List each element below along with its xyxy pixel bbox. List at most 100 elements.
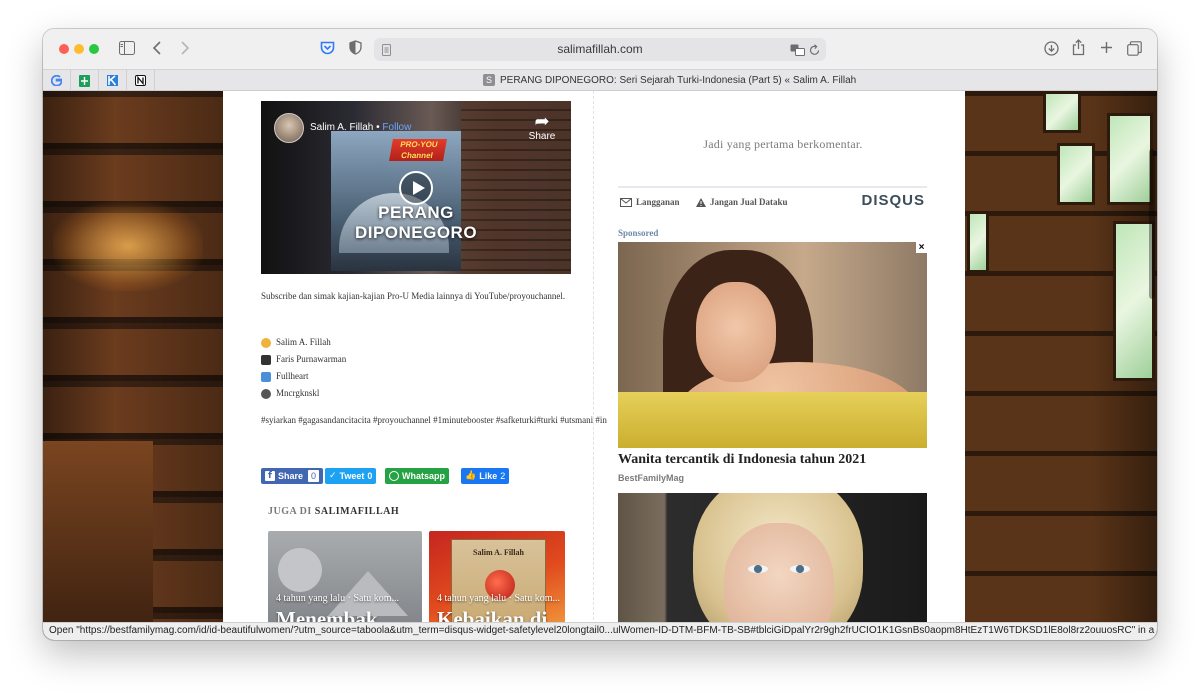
reload-icon[interactable] (809, 43, 820, 59)
tweet-label: Tweet (339, 471, 365, 481)
post-description: Subscribe dan simak kajian-kajian Pro-U … (261, 291, 566, 301)
library-background-left (43, 91, 223, 640)
speech-emoji-icon (261, 388, 271, 399)
pinned-tab-notion[interactable] (127, 70, 155, 91)
related-site: SALIMAFILLAH (314, 506, 400, 517)
status-bar: Open "https://bestfamilymag.com/id/id-be… (43, 622, 1157, 640)
clapper-emoji-icon (261, 354, 271, 365)
notion-icon (135, 75, 146, 86)
address-bar[interactable]: salimafillah.com (374, 38, 826, 61)
book-author: Salim A. Fillah (473, 548, 524, 557)
play-icon[interactable] (399, 171, 433, 205)
minimize-window-button[interactable] (74, 44, 84, 54)
download-icon[interactable] (1044, 41, 1059, 59)
follow-link[interactable]: Follow (382, 122, 411, 133)
wood-table (43, 441, 153, 640)
warning-icon (696, 197, 706, 207)
web-content: Salim A. Fillah • Follow ➦ Share PRO-YOU… (43, 91, 1157, 640)
credit-row: Mncrgknskl (261, 385, 561, 402)
pocket-icon[interactable] (320, 41, 335, 58)
pinned-tab-kotlin[interactable] (99, 70, 127, 91)
dress-shape (618, 392, 927, 448)
whatsapp-icon (389, 471, 399, 481)
related-post-meta: 4 tahun yang lalu · Satu kom... (276, 593, 400, 604)
pinned-tab-google[interactable] (43, 70, 71, 91)
disqus-logo[interactable]: DISQUS (861, 192, 925, 209)
share-icon[interactable] (1072, 39, 1085, 59)
facebook-like-button[interactable]: 👍 Like 2 (461, 468, 510, 484)
plus-icon[interactable] (1100, 41, 1113, 57)
active-tab[interactable]: S PERANG DIPONEGORO: Seri Sejarah Turki-… (483, 74, 856, 86)
subscribe-link[interactable]: Langganan (620, 197, 680, 207)
related-post-meta: 4 tahun yang lalu · Satu kom... (437, 593, 561, 604)
sheets-icon (79, 74, 90, 87)
chevron-right-icon[interactable] (180, 41, 190, 58)
lamp-glow (53, 201, 203, 291)
thumbs-up-icon: 👍 (465, 471, 477, 481)
badge-line-2: Channel (400, 151, 434, 160)
envelope-icon (620, 197, 632, 207)
twitter-icon: ✓ (329, 471, 337, 481)
credit-row: Faris Purnawarman (261, 351, 561, 368)
site-favicon-icon: S (483, 74, 495, 86)
tweet-count: 0 (367, 471, 373, 481)
tabs-icon[interactable] (1127, 41, 1142, 59)
do-not-sell-label: Jangan Jual Dataku (710, 197, 788, 207)
facebook-share-count: 0 (308, 470, 320, 482)
eye-shape (748, 565, 768, 573)
article-page: Salim A. Fillah • Follow ➦ Share PRO-YOU… (223, 91, 965, 640)
related-prefix: JUGA DI (268, 506, 312, 517)
face-shape (696, 282, 776, 382)
scrollbar-thumb[interactable] (1149, 149, 1155, 299)
window-pane (967, 211, 989, 273)
window-pane (1057, 143, 1095, 205)
badge-line-1: PRO-YOU (399, 140, 439, 149)
browser-toolbar: salimafillah.com (43, 29, 1157, 69)
like-label: Like (479, 471, 498, 481)
tab-title: PERANG DIPONEGORO: Seri Sejarah Turki-In… (500, 74, 857, 86)
related-posts-heading: JUGA DI SALIMAFILLAH (268, 506, 399, 517)
youtube-video-embed[interactable]: Salim A. Fillah • Follow ➦ Share PRO-YOU… (261, 101, 571, 274)
whatsapp-label: Whatsapp (402, 471, 446, 481)
shirt-emoji-icon (261, 371, 271, 382)
video-title: PERANG DIPONEGORO (354, 203, 478, 242)
channel-avatar[interactable] (274, 113, 304, 143)
translate-icon[interactable] (790, 43, 805, 59)
channel-name-text: Salim A. Fillah (310, 122, 374, 133)
sidebar-icon[interactable] (119, 41, 135, 58)
like-count: 2 (500, 471, 506, 481)
library-background-right (965, 91, 1157, 640)
credit-name: Mncrgknskl (276, 388, 320, 398)
sponsored-ad-title[interactable]: Wanita tercantik di Indonesia tahun 2021 (618, 452, 866, 468)
sponsored-ad-image[interactable]: × (618, 242, 927, 448)
credits-list: Salim A. Fillah Faris Purnawarman Fullhe… (261, 334, 561, 402)
subscribe-label: Langganan (636, 197, 680, 207)
credit-name: Faris Purnawarman (276, 354, 347, 364)
sponsored-ad-source[interactable]: BestFamilyMag (618, 473, 684, 483)
disqus-footer-bar: Langganan Jangan Jual Dataku DISQUS (618, 186, 927, 214)
disqus-empty-message: Jadi yang pertama berkomentar. (703, 137, 863, 151)
person-emoji-icon (261, 337, 271, 348)
close-ad-icon[interactable]: × (916, 242, 927, 253)
facebook-share-label: Share (278, 471, 304, 481)
shield-icon[interactable] (349, 40, 362, 58)
zoom-window-button[interactable] (89, 44, 99, 54)
chevron-left-icon[interactable] (152, 41, 162, 58)
facebook-share-button[interactable]: f Share 0 (261, 468, 324, 484)
close-window-button[interactable] (59, 44, 69, 54)
facebook-icon: f (265, 471, 275, 481)
do-not-sell-link[interactable]: Jangan Jual Dataku (696, 197, 788, 207)
whatsapp-share-button[interactable]: Whatsapp (385, 468, 450, 484)
placeholder-circle (278, 548, 322, 592)
share-arrow-icon: ➦ (534, 111, 550, 132)
sponsored-ad-image-2[interactable] (618, 493, 927, 640)
credit-row: Salim A. Fillah (261, 334, 561, 351)
credit-name: Fullheart (276, 371, 309, 381)
tweet-button[interactable]: ✓ Tweet 0 (325, 468, 377, 484)
channel-name[interactable]: Salim A. Fillah • Follow (310, 122, 411, 133)
hashtags: #syiarkan #gagasandancitacita #proyoucha… (261, 415, 607, 425)
video-share-button[interactable]: ➦ Share (525, 111, 559, 143)
window-pane (1107, 113, 1153, 205)
eye-shape (790, 565, 810, 573)
pinned-tab-sheets[interactable] (71, 70, 99, 91)
